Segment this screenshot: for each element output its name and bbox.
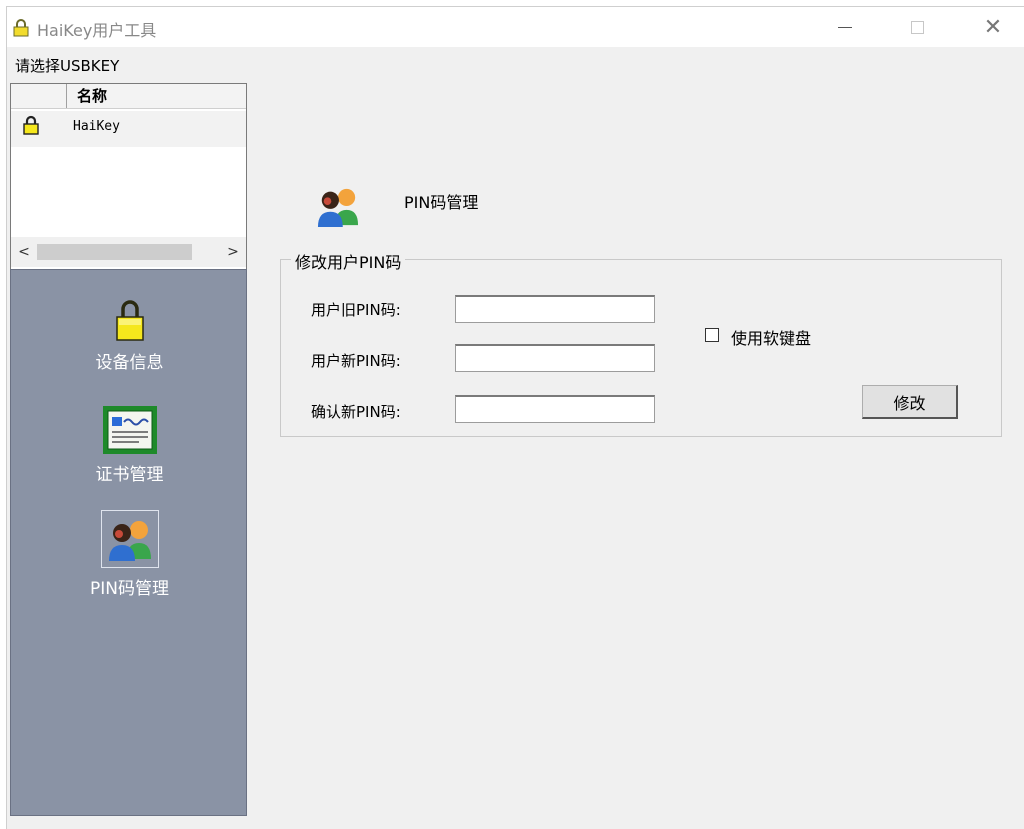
certificate-icon	[102, 406, 157, 454]
page-title: PIN码管理	[404, 193, 479, 212]
confirm-pin-input[interactable]	[455, 395, 655, 423]
select-usbkey-label: 请选择USBKEY	[15, 57, 120, 75]
nav-item-device-info[interactable]: 设备信息	[11, 298, 248, 373]
nav-item-certificates[interactable]: 证书管理	[11, 406, 248, 485]
horizontal-scrollbar[interactable]: < >	[11, 237, 246, 267]
nav-item-label: 设备信息	[95, 353, 164, 373]
scroll-left-icon[interactable]: <	[13, 237, 35, 267]
window-title: HaiKey用户工具	[37, 21, 157, 40]
nav-item-pin-management[interactable]: PIN码管理	[11, 510, 248, 599]
old-pin-label: 用户旧PIN码:	[311, 301, 401, 319]
app-window: HaiKey用户工具 ✕ 请选择USBKEY 名称 HaiKey < > 设备信…	[6, 6, 1024, 829]
list-header-icon-column[interactable]	[11, 84, 67, 108]
nav-item-label: PIN码管理	[90, 579, 169, 599]
users-icon	[108, 521, 151, 561]
lock-icon	[115, 300, 144, 341]
minimize-icon	[838, 26, 852, 28]
list-header-name[interactable]: 名称	[67, 84, 247, 108]
minimize-button[interactable]	[815, 7, 875, 47]
device-name: HaiKey	[73, 119, 120, 134]
lock-icon	[13, 19, 29, 37]
nav-item-selected-frame	[100, 510, 159, 568]
new-pin-input[interactable]	[455, 344, 655, 372]
modify-button[interactable]: 修改	[862, 385, 958, 419]
new-pin-label: 用户新PIN码:	[311, 352, 401, 370]
group-title: 修改用户PIN码	[291, 249, 406, 273]
list-item[interactable]: HaiKey	[11, 111, 246, 147]
close-button[interactable]: ✕	[963, 7, 1023, 47]
old-pin-input[interactable]	[455, 295, 655, 323]
soft-keyboard-checkbox[interactable]	[705, 328, 719, 342]
users-icon	[317, 188, 359, 227]
scroll-thumb[interactable]	[37, 244, 192, 260]
lock-icon	[23, 115, 39, 135]
maximize-icon	[910, 20, 924, 34]
nav-panel: 设备信息 证书管理 PIN码管理	[10, 269, 247, 816]
device-list[interactable]: 名称 HaiKey < >	[10, 83, 247, 271]
close-icon: ✕	[983, 14, 1003, 40]
soft-keyboard-label[interactable]: 使用软键盘	[731, 325, 811, 349]
nav-item-label: 证书管理	[95, 465, 164, 485]
scroll-right-icon[interactable]: >	[222, 237, 244, 267]
confirm-pin-label: 确认新PIN码:	[311, 403, 401, 421]
title-bar: HaiKey用户工具 ✕	[7, 7, 1024, 47]
maximize-button[interactable]	[887, 7, 947, 47]
list-header: 名称	[11, 84, 246, 109]
